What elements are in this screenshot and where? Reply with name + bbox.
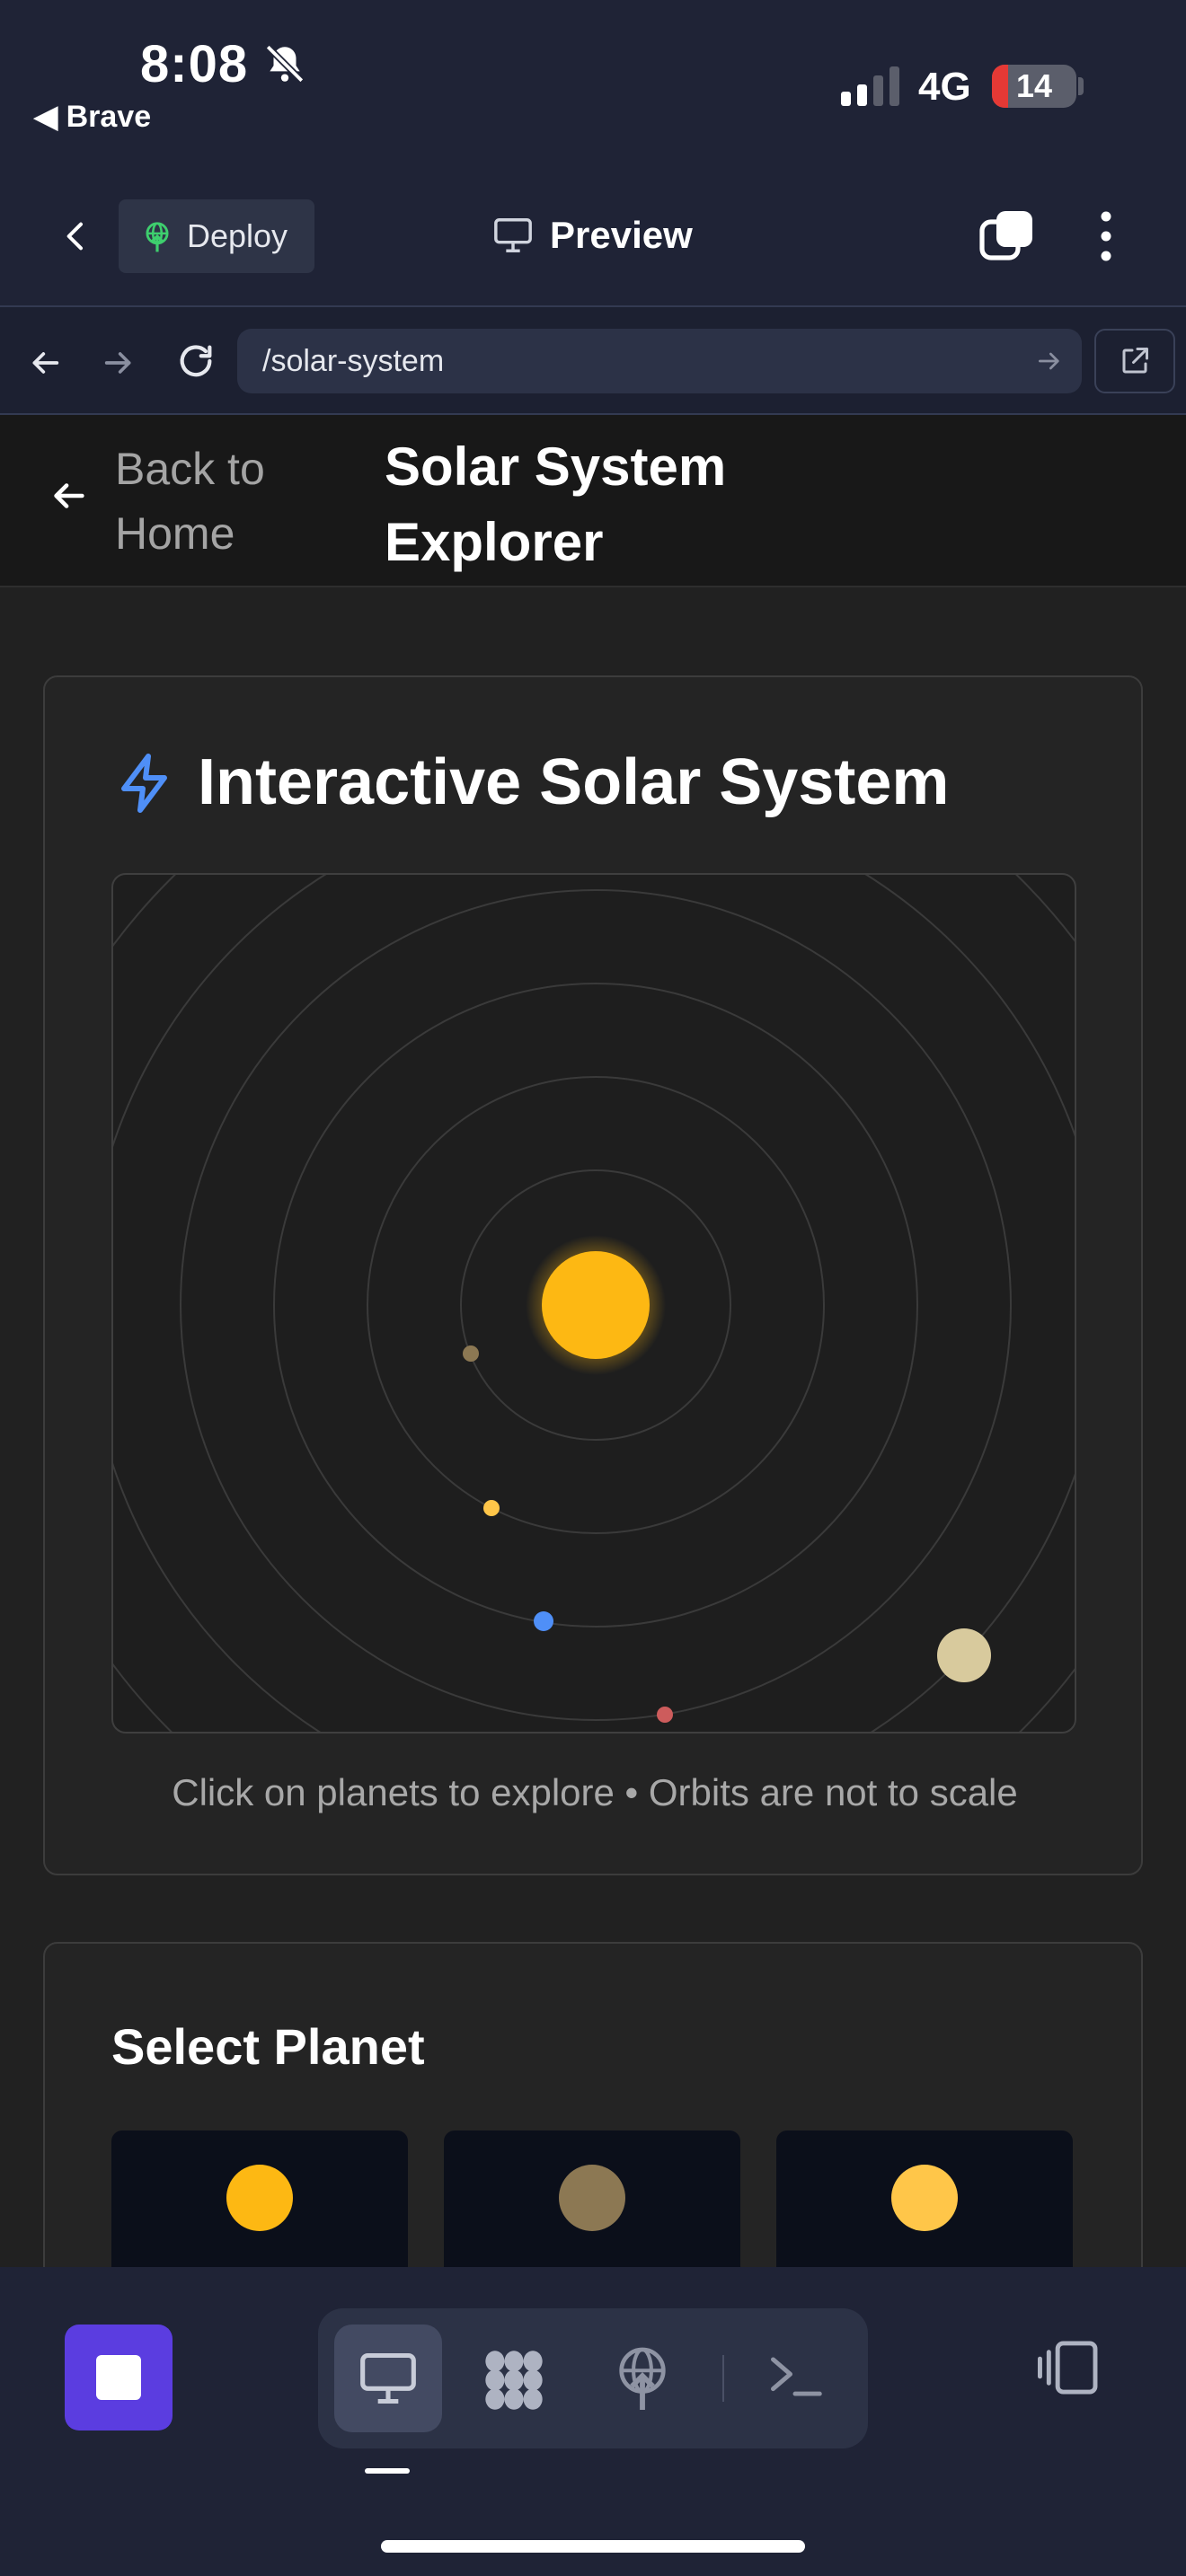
planet-tile-venus[interactable] bbox=[776, 2130, 1073, 2267]
deploy-label: Deploy bbox=[187, 217, 288, 254]
nav-forward-button[interactable] bbox=[93, 338, 144, 388]
preview-label: Preview bbox=[550, 214, 693, 256]
sun[interactable] bbox=[542, 1251, 650, 1359]
bell-muted-icon bbox=[265, 44, 305, 84]
solar-system-card: Interactive Solar System Click on planet… bbox=[43, 675, 1143, 1875]
arrow-left-icon bbox=[54, 483, 84, 508]
browser-toolbar: /solar-system bbox=[0, 305, 1186, 415]
url-field[interactable]: /solar-system bbox=[237, 329, 1082, 393]
tabs-icon bbox=[979, 211, 1032, 260]
planet-mars[interactable] bbox=[657, 1707, 673, 1723]
home-indicator bbox=[381, 2540, 805, 2553]
select-planet-card: Select Planet bbox=[43, 1942, 1143, 2267]
web-page: Back to Home Solar System Explorer Inter… bbox=[0, 415, 1186, 2267]
planet-mercury[interactable] bbox=[463, 1345, 479, 1362]
status-bar: 8:08 ◀ Brave 4G 14 bbox=[0, 0, 1186, 144]
network-type: 4G bbox=[918, 65, 971, 109]
back-button[interactable] bbox=[45, 205, 108, 268]
active-tab-indicator bbox=[365, 2468, 410, 2474]
select-planet-title: Select Planet bbox=[111, 2018, 425, 2075]
device-layout-icon[interactable] bbox=[1033, 2339, 1100, 2396]
more-menu-button[interactable] bbox=[1075, 205, 1137, 268]
battery-level: 14 bbox=[1015, 67, 1053, 104]
solar-card-title: Interactive Solar System bbox=[198, 746, 950, 818]
back-home-icon-button[interactable] bbox=[41, 469, 95, 523]
preview-toggle[interactable]: Preview bbox=[492, 214, 693, 257]
status-time: 8:08 bbox=[140, 35, 249, 93]
nav-back-button[interactable] bbox=[20, 338, 70, 388]
reload-icon bbox=[180, 345, 212, 377]
arrow-left-icon bbox=[32, 352, 59, 374]
solar-system-canvas[interactable] bbox=[111, 873, 1076, 1734]
terminal-icon[interactable] bbox=[766, 2350, 825, 2404]
deploy-globe-icon bbox=[146, 222, 169, 252]
mercury-swatch bbox=[559, 2165, 625, 2231]
more-vertical-icon bbox=[1101, 211, 1111, 261]
stop-icon bbox=[96, 2355, 141, 2400]
planet-tile-mercury[interactable] bbox=[444, 2130, 740, 2267]
arrow-right-icon bbox=[104, 352, 131, 374]
back-to-home-link[interactable]: Back to Home bbox=[115, 437, 349, 566]
reload-button[interactable] bbox=[169, 334, 223, 388]
lightning-icon bbox=[121, 754, 167, 813]
chevron-left-icon bbox=[66, 222, 83, 251]
url-text: /solar-system bbox=[262, 343, 445, 378]
page-header: Back to Home Solar System Explorer bbox=[0, 415, 1186, 587]
battery-tip bbox=[1078, 77, 1084, 95]
go-arrow-icon[interactable] bbox=[1035, 347, 1064, 375]
view-switcher bbox=[318, 2308, 868, 2448]
planet-tile-sun[interactable] bbox=[111, 2130, 408, 2267]
open-external-button[interactable] bbox=[1094, 329, 1175, 393]
sun-swatch bbox=[226, 2165, 293, 2231]
app-header: Deploy Preview bbox=[0, 144, 1186, 305]
venus-swatch bbox=[891, 2165, 958, 2231]
battery-indicator: 14 bbox=[992, 65, 1076, 108]
planet-jupiter[interactable] bbox=[937, 1628, 991, 1682]
tabs-button[interactable] bbox=[976, 205, 1039, 268]
signal-icon bbox=[841, 66, 899, 106]
monitor-icon bbox=[494, 218, 532, 252]
deploy-icon[interactable] bbox=[611, 2344, 674, 2413]
page-title: Solar System Explorer bbox=[385, 437, 727, 572]
bottom-toolbar bbox=[0, 2267, 1186, 2576]
planet-venus[interactable] bbox=[483, 1500, 500, 1516]
external-link-icon bbox=[1122, 348, 1148, 374]
separator bbox=[722, 2355, 724, 2402]
planet-earth[interactable] bbox=[534, 1611, 553, 1631]
grid-icon[interactable] bbox=[480, 2346, 548, 2414]
desktop-icon[interactable] bbox=[356, 2348, 420, 2409]
stop-button[interactable] bbox=[65, 2325, 173, 2430]
solar-caption: Click on planets to explore • Orbits are… bbox=[172, 1771, 1018, 1813]
deploy-button[interactable]: Deploy bbox=[119, 199, 315, 273]
back-to-brave-link[interactable]: ◀ Brave bbox=[34, 99, 151, 135]
